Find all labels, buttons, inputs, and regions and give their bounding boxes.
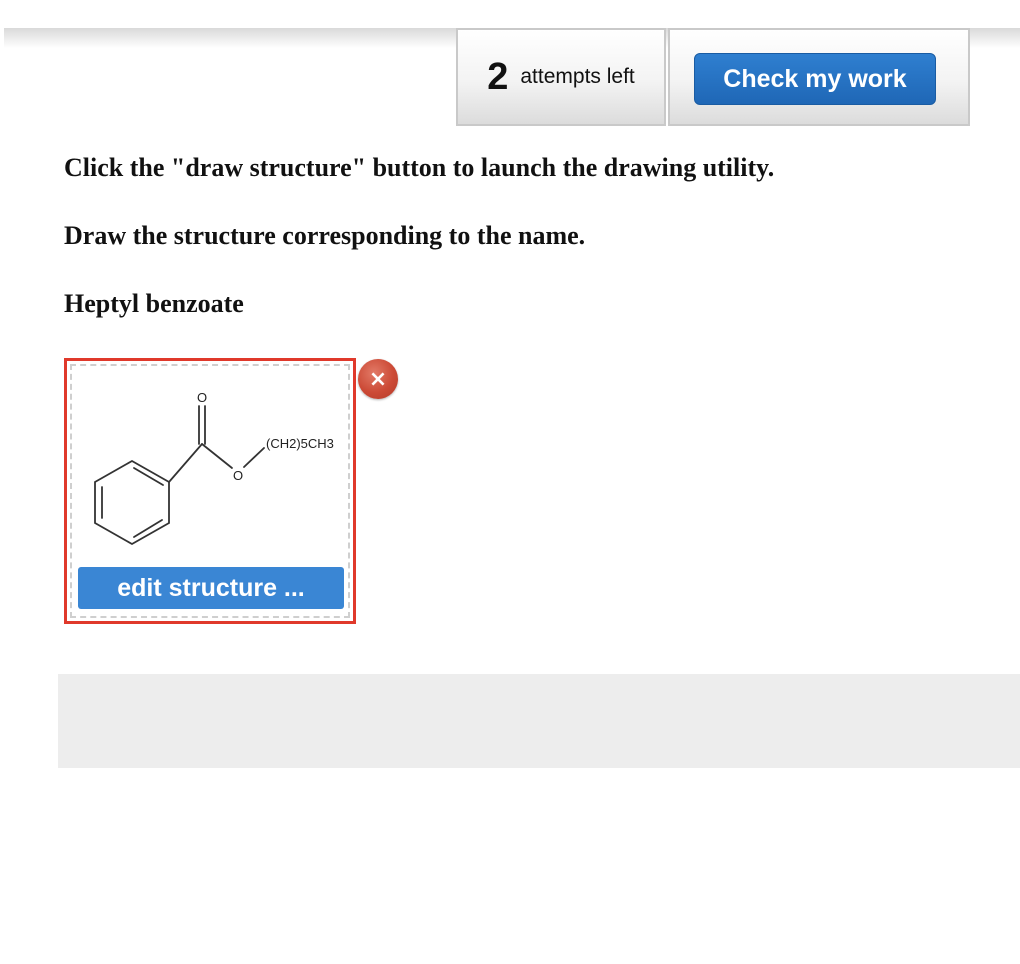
instruction-launch: Click the "draw structure" button to lau…	[64, 153, 775, 182]
remove-structure-icon[interactable]: ×	[358, 359, 398, 399]
check-work-container: Check my work	[668, 28, 970, 126]
attempts-label: attempts left	[520, 65, 635, 88]
carbonyl-oxygen-label: O	[197, 390, 207, 405]
ester-oxygen-label: O	[233, 468, 243, 483]
alkyl-chain-label: (CH2)5CH3	[266, 436, 334, 451]
structure-drawing-area: O O (CH2)5CH3 edit structure ...	[70, 364, 350, 618]
ester-bond	[201, 443, 233, 469]
instruction-draw: Draw the structure corresponding to the …	[64, 221, 586, 250]
chain-bond	[243, 447, 265, 468]
structure-answer-frame[interactable]: O O (CH2)5CH3 edit structure ...	[64, 358, 356, 624]
feedback-panel	[58, 674, 1020, 768]
attempts-count: 2	[487, 56, 509, 98]
benzene-ring	[94, 459, 170, 546]
compound-name: Heptyl benzoate	[64, 289, 244, 318]
ring-carbonyl-bond	[168, 443, 203, 483]
attempts-indicator: 2 attempts left	[456, 28, 666, 126]
check-my-work-button[interactable]: Check my work	[694, 53, 936, 105]
edit-structure-button[interactable]: edit structure ...	[78, 567, 344, 609]
benzoate-structure-drawing: O O (CH2)5CH3	[94, 390, 334, 546]
